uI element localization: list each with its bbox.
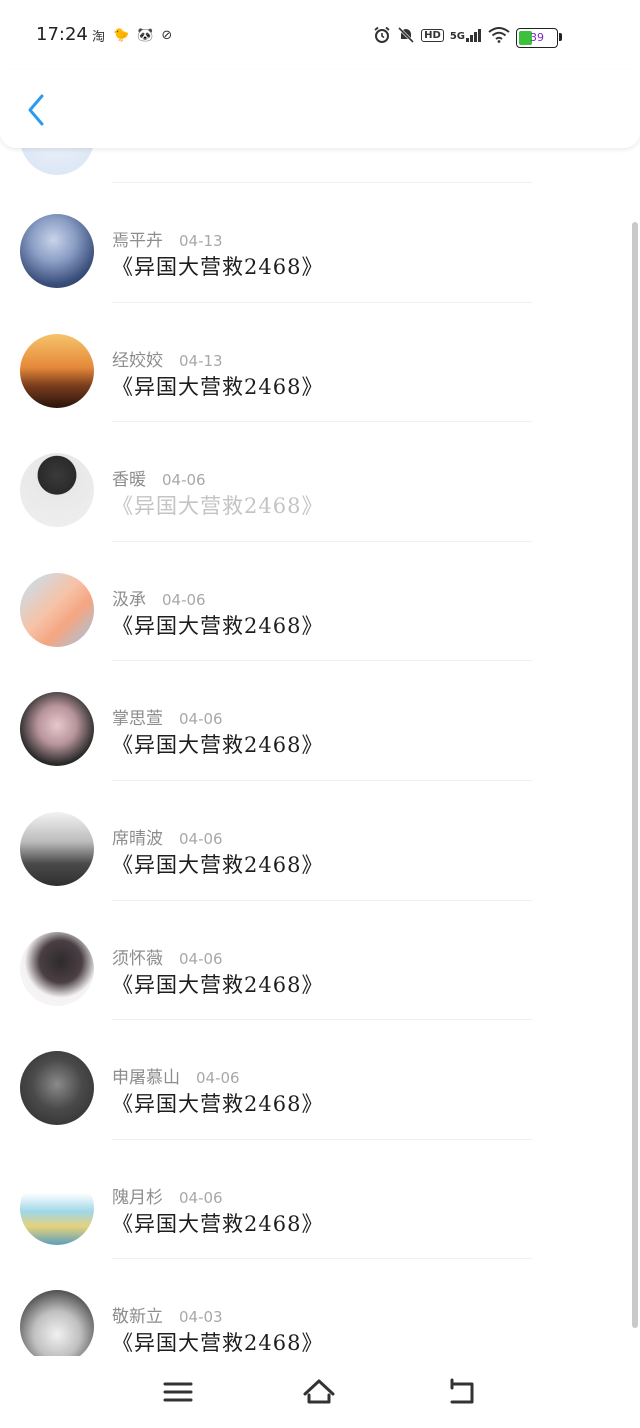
list-item[interactable]: 汲承 04-06 《异国大营救2468》 (0, 542, 632, 662)
item-title: 《异国大营救2468》 (112, 733, 324, 758)
item-title: 《异国大营救2468》 (112, 494, 324, 519)
name-line: 隗月杉 04-06 (112, 1183, 223, 1208)
name-line: 申屠慕山 04-06 (112, 1063, 240, 1088)
item-title: 《异国大营救2468》 (112, 972, 324, 997)
item-title: 《异国大营救2468》 (112, 374, 324, 399)
app-icon: ⊘ (161, 28, 173, 43)
list-item[interactable]: 经姣姣 04-13 《异国大营救2468》 (0, 303, 632, 423)
user-name: 敬新立 (112, 1307, 163, 1328)
status-app-icons: 淘 🐤 🐼 ⊘ (92, 26, 172, 45)
name-line: 席晴波 04-06 (112, 824, 223, 849)
item-title: 《异国大营救2468》 (112, 613, 324, 638)
battery-cap (559, 33, 562, 41)
item-title: 《异国大营救2468》 (112, 1092, 324, 1117)
bell-off-icon (398, 26, 415, 44)
avatar (20, 214, 94, 288)
menu-button[interactable] (160, 1374, 196, 1410)
status-indicators: HD 5G (373, 26, 510, 44)
item-date: 04-13 (179, 232, 223, 250)
panda-app-icon: 🐼 (137, 28, 154, 43)
navigation-bar (0, 1356, 640, 1428)
user-name: 席晴波 (112, 828, 163, 849)
user-name: 掌思萱 (112, 709, 163, 730)
user-name: 须怀薇 (112, 948, 163, 969)
battery-icon: 39 (516, 28, 558, 48)
avatar (20, 692, 94, 767)
back-icon (450, 1378, 474, 1404)
chevron-left-icon (28, 94, 44, 126)
status-time: 17:24 (36, 24, 88, 45)
network-label: 5G (449, 31, 465, 42)
user-name: 香暖 (112, 470, 146, 491)
alarm-icon (374, 26, 390, 43)
scrollbar[interactable] (632, 222, 638, 1328)
avatar (20, 1290, 94, 1365)
item-date: 04-06 (196, 1069, 240, 1088)
list-item[interactable]: 掌思萱 04-06 《异国大营救2468》 (0, 661, 632, 781)
item-date: 04-13 (179, 351, 223, 370)
header (0, 70, 640, 148)
list-item[interactable]: 隗月杉 04-06 《异国大营救2468》 (0, 1140, 632, 1260)
name-line: 经姣姣 04-13 (112, 346, 223, 371)
item-date: 04-06 (162, 471, 206, 490)
name-line: 须怀薇 04-06 (112, 944, 223, 969)
back-nav-button[interactable] (444, 1374, 480, 1410)
list-item[interactable]: 焉平卉 04-13 《异国大营救2468》 (0, 183, 632, 303)
item-date: 04-06 (162, 590, 206, 609)
name-line: 敬新立 04-03 (112, 1302, 223, 1327)
item-title: 《异国大营救2468》 (112, 852, 324, 877)
hd-icon: HD (421, 28, 444, 42)
avatar (20, 572, 94, 647)
item-date: 04-03 (179, 1308, 223, 1327)
5g-signal-icon: 5G (450, 28, 482, 42)
user-name: 隗月杉 (112, 1187, 163, 1208)
name-line: 汲承 04-06 (112, 585, 206, 610)
user-name: 经姣姣 (112, 350, 163, 371)
taobao-icon: 淘 (92, 30, 106, 45)
user-name: 焉平卉 (112, 231, 163, 251)
item-title: 《异国大营救2468》 (112, 255, 324, 279)
name-line: 香暖 04-06 (112, 465, 206, 490)
wifi-icon (488, 27, 510, 43)
home-icon (303, 1379, 335, 1404)
avatar (20, 931, 94, 1006)
avatar (20, 453, 94, 528)
item-date: 04-06 (179, 1188, 223, 1207)
item-date: 04-06 (179, 829, 223, 848)
name-line: 掌思萱 04-06 (112, 704, 223, 729)
menu-icon (163, 1382, 193, 1402)
battery-label: 39 (530, 31, 544, 44)
list-item[interactable]: 申屠慕山 04-06 《异国大营救2468》 (0, 1020, 632, 1140)
item-date: 04-06 (179, 710, 223, 729)
user-name: 申屠慕山 (112, 1068, 180, 1089)
avatar (20, 1170, 94, 1245)
item-title: 《异国大营救2468》 (112, 1211, 324, 1236)
avatar (20, 811, 94, 886)
avatar (20, 1051, 94, 1126)
avatar (20, 333, 94, 408)
name-line: 焉平卉 04-13 (112, 226, 223, 251)
list-item[interactable]: 须怀薇 04-06 《异国大营救2468》 (0, 901, 632, 1021)
chick-app-icon: 🐤 (113, 28, 130, 43)
list-item[interactable]: 香暖 04-06 《异国大营救2468》 (0, 422, 632, 542)
back-button[interactable] (22, 92, 52, 128)
record-list: 焉平卉 04-13 《异国大营救2468》 经姣姣 04-13 《异国大营救2468》 香暖… (0, 60, 632, 1379)
home-button[interactable] (301, 1374, 337, 1410)
user-name: 汲承 (112, 589, 146, 610)
item-title: 《异国大营救2468》 (112, 1331, 324, 1356)
item-date: 04-06 (179, 949, 223, 968)
list-item[interactable]: 席晴波 04-06 《异国大营救2468》 (0, 781, 632, 901)
